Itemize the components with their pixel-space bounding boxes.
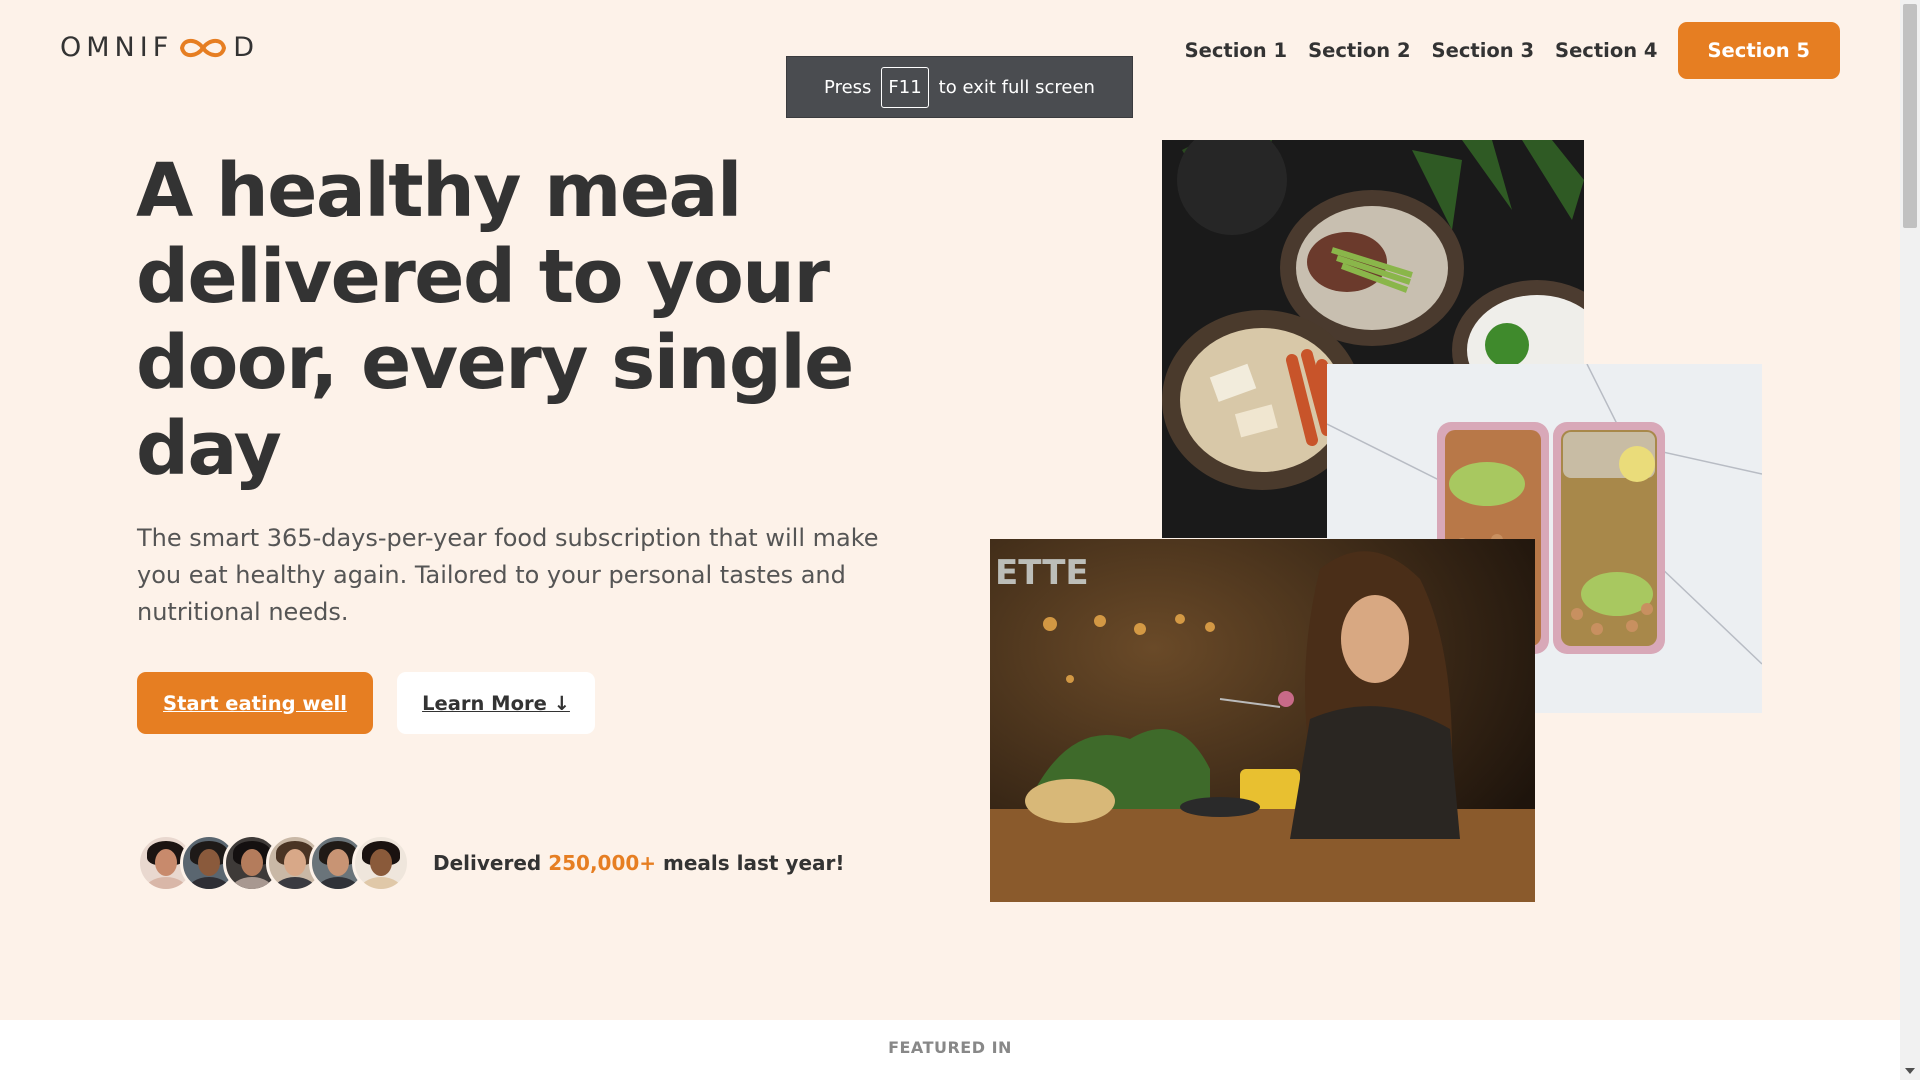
hero-description: The smart 365-days-per-year food subscri… — [137, 524, 879, 626]
scrollbar-thumb[interactable] — [1903, 4, 1917, 228]
delivered-prefix: Delivered — [433, 851, 542, 875]
delivered-text: Delivered 250,000+ meals last year! — [433, 851, 845, 875]
scroll-down-arrow-icon[interactable] — [1905, 1068, 1915, 1074]
main-nav: Section 1 Section 2 Section 3 Section 4 … — [1164, 22, 1840, 79]
featured-in-label: FEATURED IN — [888, 1038, 1012, 1057]
page-scrollbar[interactable] — [1900, 0, 1920, 1080]
fullscreen-notice-suffix: to exit full screen — [938, 76, 1095, 98]
delivered-suffix: meals last year! — [663, 851, 845, 875]
customer-avatar — [352, 834, 410, 892]
hero-title: A healthy meal delivered to your door, e… — [136, 148, 854, 492]
start-eating-button[interactable]: Start eating well — [137, 672, 373, 734]
delivered-meals: Delivered 250,000+ meals last year! — [137, 834, 845, 892]
nav-section-1[interactable]: Section 1 — [1185, 39, 1287, 62]
logo-text-left: OMNIF — [60, 32, 174, 63]
featured-in-section: FEATURED IN — [0, 1020, 1900, 1080]
delivered-count: 250,000+ — [548, 851, 657, 875]
omnifood-logo[interactable]: OMNIF D — [60, 32, 259, 63]
woman-eating-photo: ETTE — [990, 539, 1535, 902]
nav-section-4[interactable]: Section 4 — [1555, 39, 1657, 62]
nav-section-2[interactable]: Section 2 — [1308, 39, 1410, 62]
nav-section-3[interactable]: Section 3 — [1432, 39, 1534, 62]
fullscreen-notice: Press F11 to exit full screen — [786, 56, 1133, 118]
svg-text:ETTE: ETTE — [995, 553, 1089, 593]
fullscreen-key: F11 — [881, 66, 929, 108]
fullscreen-notice-prefix: Press — [824, 76, 872, 98]
infinity-logo-icon — [180, 38, 227, 57]
learn-more-button[interactable]: Learn More ↓ — [397, 672, 595, 734]
logo-text-right: D — [233, 32, 260, 63]
nav-section-5-button[interactable]: Section 5 — [1677, 22, 1840, 79]
